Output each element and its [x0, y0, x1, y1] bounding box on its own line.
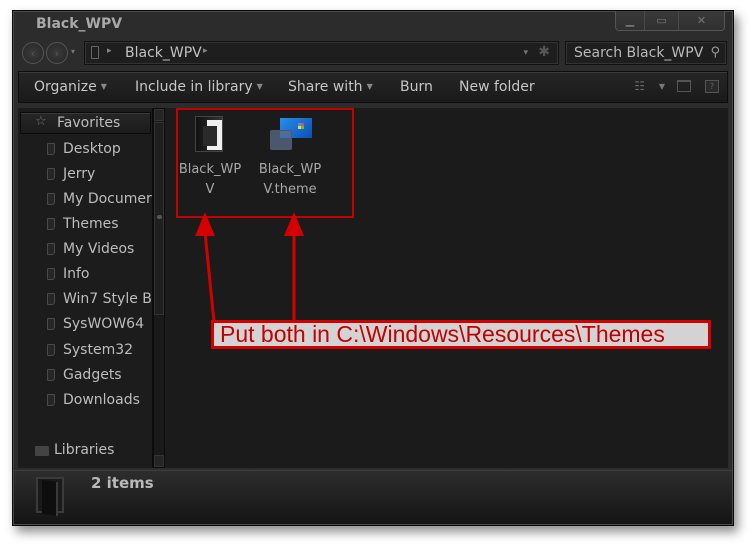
sidebar-item-label: Desktop [63, 141, 121, 157]
sidebar-item-label: Themes [63, 216, 119, 232]
sidebar-item-gadgets[interactable]: Gadgets [18, 365, 152, 387]
organize-label: Organize [34, 79, 97, 95]
sidebar-item-label: Win7 Style Bu [63, 291, 153, 307]
folder-icon [47, 218, 55, 230]
close-button[interactable]: ✕ [678, 11, 724, 30]
sidebar-item-label: Gadgets [63, 367, 122, 383]
search-input[interactable]: Search Black_WPV [574, 45, 703, 61]
sidebar-item-my-documents[interactable]: My Documer [18, 189, 152, 211]
forward-button[interactable]: › [46, 42, 68, 64]
star-icon: ☆ [35, 114, 47, 129]
new-folder-button[interactable]: New folder [459, 79, 535, 95]
libraries-icon [35, 446, 49, 456]
sidebar-item-win7-style[interactable]: Win7 Style Bu [18, 289, 153, 311]
details-pane: 2 items [14, 470, 732, 524]
explorer-window: Black_WPV ▁ ▭ ✕ ‹ › ▾ ▸ Black_WPV ▸ ▾ ✱ … [12, 10, 734, 526]
recent-pages-dropdown[interactable]: ▾ [71, 47, 75, 56]
sidebar-item-label: Jerry [63, 166, 96, 182]
folder-icon [47, 293, 55, 305]
forward-arrow-icon: › [54, 46, 60, 60]
address-bar[interactable]: ▸ Black_WPV ▸ ▾ ✱ [84, 41, 559, 65]
scroll-down-button[interactable] [154, 455, 164, 467]
maximize-icon: ▭ [656, 14, 667, 27]
folder-icon [91, 46, 99, 59]
view-options-dropdown-icon[interactable]: ▼ [659, 82, 665, 91]
search-icon[interactable]: ⚲ [710, 45, 720, 60]
organize-button[interactable]: Organize ▼ [34, 79, 107, 95]
annotation-label: Put both in C:\Windows\Resources\Themes [211, 320, 711, 349]
sidebar-item-label: System32 [63, 342, 134, 358]
sidebar-item-desktop[interactable]: Desktop [18, 139, 152, 161]
share-with-button[interactable]: Share with ▼ [288, 79, 373, 95]
navigation-bar: ‹ › ▾ ▸ Black_WPV ▸ ▾ ✱ Search Black_WPV… [19, 40, 727, 66]
desktop-icon [47, 143, 55, 155]
downloads-icon [47, 394, 55, 406]
sidebar-item-label: My Videos [63, 241, 135, 257]
folder-icon [47, 344, 55, 356]
burn-button[interactable]: Burn [400, 79, 433, 95]
address-dropdown-icon[interactable]: ▾ [523, 48, 528, 58]
command-bar: Organize ▼ Include in library ▼ Share with… [18, 71, 728, 103]
sidebar-item-themes[interactable]: Themes [18, 214, 152, 236]
include-in-library-button[interactable]: Include in library ▼ [135, 79, 263, 95]
folder-icon [47, 168, 55, 180]
sidebar-item-syswow64[interactable]: SysWOW64 [18, 314, 152, 336]
item-count: 2 items [91, 474, 154, 492]
sidebar-item-label: Downloads [63, 392, 140, 408]
search-box[interactable]: Search Black_WPV ⚲ [565, 41, 727, 65]
close-icon: ✕ [696, 14, 707, 27]
favorites-label: Favorites [57, 115, 121, 131]
breadcrumb-separator-icon[interactable]: ▸ [203, 46, 208, 56]
sidebar-scrollbar[interactable] [153, 108, 165, 468]
scrollbar-thumb[interactable] [154, 122, 164, 315]
sidebar-item-system32[interactable]: System32 [18, 340, 152, 362]
chevron-down-icon: ▼ [366, 82, 373, 91]
sidebar-item-libraries[interactable]: Libraries [18, 440, 152, 462]
minimize-icon: ▁ [625, 14, 635, 27]
include-in-library-label: Include in library [135, 79, 253, 95]
sidebar-item-label: My Documer [63, 191, 152, 207]
back-arrow-icon: ‹ [30, 46, 36, 60]
share-with-label: Share with [288, 79, 363, 95]
documents-icon [47, 193, 55, 205]
help-icon[interactable]: ? [705, 80, 719, 93]
back-button[interactable]: ‹ [22, 42, 44, 64]
window-title: Black_WPV [36, 16, 123, 32]
refresh-icon[interactable]: ✱ [538, 44, 550, 60]
preview-pane-icon[interactable] [677, 80, 691, 92]
minimize-button[interactable]: ▁ [616, 11, 644, 30]
sidebar-item-my-videos[interactable]: My Videos [18, 239, 152, 261]
window-controls: ▁ ▭ ✕ [615, 11, 725, 31]
sidebar-item-info[interactable]: Info [18, 264, 152, 286]
scrollbar-grip-icon [157, 215, 162, 219]
breadcrumb-separator-icon[interactable]: ▸ [107, 46, 112, 56]
navigation-pane: ☆ Favorites Desktop Jerry My Documer The… [18, 108, 153, 468]
folder-open-icon [36, 477, 64, 513]
chevron-down-icon: ▼ [100, 82, 107, 91]
sidebar-item-jerry[interactable]: Jerry [18, 164, 152, 186]
sidebar-item-label: Libraries [54, 442, 115, 458]
sidebar-item-downloads[interactable]: Downloads [18, 390, 152, 412]
chevron-down-icon: ▼ [256, 82, 263, 91]
folder-icon [47, 318, 55, 330]
sidebar-favorites[interactable]: ☆ Favorites [20, 112, 151, 134]
folder-icon [47, 268, 55, 280]
sidebar-item-label: SysWOW64 [63, 316, 144, 332]
annotation-highlight-box [176, 108, 354, 218]
videos-icon [47, 243, 55, 255]
maximize-button[interactable]: ▭ [644, 11, 678, 30]
breadcrumb-item[interactable]: Black_WPV [125, 45, 202, 61]
scroll-up-button[interactable] [154, 109, 164, 121]
folder-icon [47, 369, 55, 381]
change-view-icon[interactable]: ☷ [634, 79, 645, 93]
sidebar-item-label: Info [63, 266, 90, 282]
